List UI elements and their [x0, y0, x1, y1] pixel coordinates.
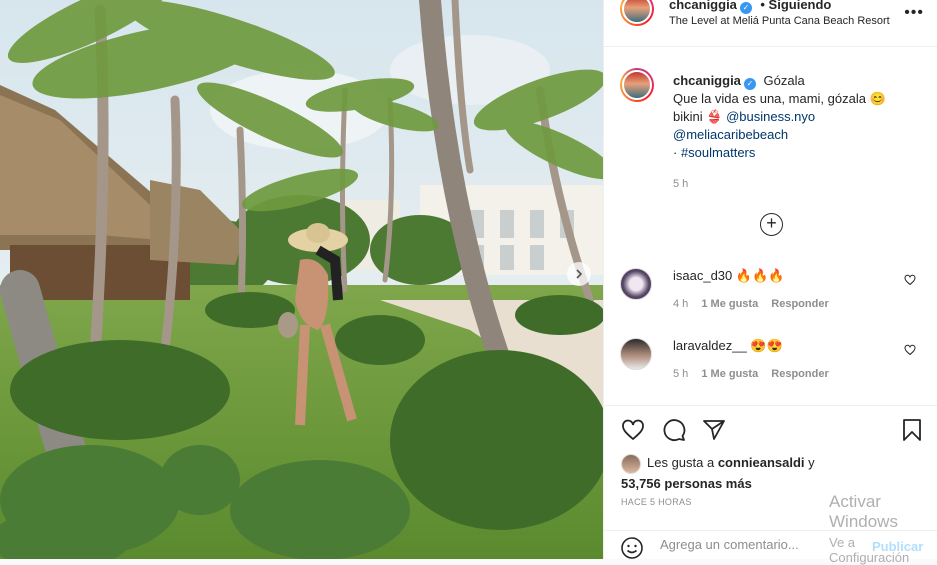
comment-likes[interactable]: 1 Me gusta [701, 298, 758, 310]
comment-input[interactable] [660, 537, 860, 552]
plus-circle-icon: + [766, 213, 777, 233]
likes-prefix: Les gusta a [647, 455, 718, 470]
next-photo-button[interactable] [567, 262, 591, 286]
author-avatar[interactable] [620, 0, 654, 26]
hashtag-prefix: · [673, 145, 681, 160]
comment-reply-button[interactable]: Responder [771, 368, 828, 380]
post-photo[interactable] [0, 0, 603, 559]
commenter-avatar[interactable] [620, 268, 652, 300]
chevron-right-icon [576, 269, 583, 279]
comment-username[interactable]: laravaldez__ [673, 338, 747, 353]
post-header: chcaniggia ✓ • Siguiendo The Level at Mel… [604, 0, 937, 47]
load-more-comments-button[interactable]: + [760, 213, 783, 236]
caption-time: 5 h [673, 178, 689, 190]
comment-reply-button[interactable]: Responder [771, 298, 828, 310]
commenter-avatar[interactable] [620, 338, 652, 370]
caption-bikini: bikini 👙 [673, 109, 723, 124]
like-heart-icon[interactable] [620, 418, 646, 442]
liker-username[interactable]: connieansaldi [718, 455, 805, 470]
caption-author-avatar[interactable] [620, 68, 654, 102]
comment-item: isaac_d30 🔥🔥🔥 4 h 1 Me gusta Responder [620, 266, 930, 326]
mention-meliacaribebeach[interactable]: @meliacaribebeach [673, 126, 928, 144]
comment-time: 5 h [673, 368, 689, 380]
likes-middle: y [804, 455, 815, 470]
verified-badge-icon: ✓ [739, 2, 752, 14]
comment-item: laravaldez__ 😍😍 5 h 1 Me gusta Responder [620, 336, 930, 396]
comment-time: 4 h [673, 298, 689, 310]
comment-text: 🔥🔥🔥 [735, 268, 785, 283]
publish-button[interactable]: Publicar [872, 539, 923, 554]
share-send-icon[interactable] [701, 418, 727, 442]
likes-summary: Les gusta a connieansaldi y 53,756 perso… [621, 453, 815, 493]
post-side-panel: chcaniggia ✓ • Siguiendo The Level at Mel… [603, 0, 937, 559]
hashtag-soulmatters[interactable]: #soulmatters [681, 145, 755, 160]
liker-avatar[interactable] [621, 453, 641, 474]
beach-resort-photo [0, 0, 603, 559]
follow-status[interactable]: • Siguiendo [760, 0, 831, 12]
heart-icon[interactable] [904, 274, 916, 286]
post-timestamp[interactable]: HACE 5 HORAS [621, 497, 692, 507]
caption-username[interactable]: chcaniggia [673, 73, 741, 88]
caption-title: Gózala [763, 73, 805, 88]
save-bookmark-icon[interactable] [900, 418, 924, 442]
emoji-icon[interactable] [620, 536, 644, 560]
comment-username[interactable]: isaac_d30 [673, 268, 732, 283]
heart-icon[interactable] [904, 344, 916, 356]
comment-likes[interactable]: 1 Me gusta [701, 368, 758, 380]
likes-count[interactable]: 53,756 personas más [621, 476, 752, 491]
author-username[interactable]: chcaniggia [669, 0, 737, 12]
instagram-post: chcaniggia ✓ • Siguiendo The Level at Mel… [0, 0, 937, 559]
comment-bubble-icon[interactable] [661, 418, 687, 442]
post-location[interactable]: The Level at Meliá Punta Cana Beach Reso… [669, 15, 890, 27]
verified-badge-icon: ✓ [743, 78, 756, 90]
comment-text: 😍😍 [750, 338, 783, 353]
caption-line-1: Que la vida es una, mami, gózala 😊 [673, 91, 886, 106]
post-actions: Les gusta a connieansaldi y 53,756 perso… [604, 405, 937, 559]
mention-business-nyo[interactable]: @business.nyo [726, 109, 815, 124]
more-options-icon[interactable]: ••• [904, 4, 924, 22]
add-comment-bar: Publicar [604, 530, 937, 560]
